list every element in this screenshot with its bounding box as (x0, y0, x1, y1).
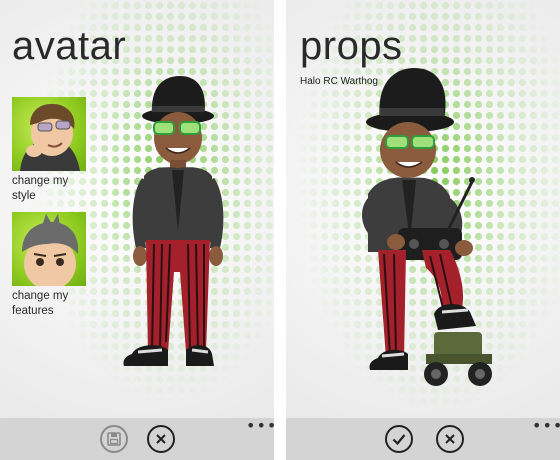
avatar-figure[interactable] (110, 72, 260, 382)
checkmark-icon (392, 434, 406, 446)
style-thumbnail (12, 97, 86, 171)
screen-divider (274, 0, 286, 460)
more-options-button[interactable]: ••• (246, 418, 274, 434)
application-bar: ••• (286, 418, 560, 460)
application-bar: ••• (0, 418, 274, 460)
props-screen: props Halo RC Warthog •• (286, 0, 560, 460)
close-icon (156, 434, 166, 444)
change-features-tile[interactable]: change my features (12, 212, 88, 319)
close-icon (445, 434, 455, 444)
save-button[interactable] (100, 425, 128, 453)
avatar-figure[interactable] (338, 62, 538, 402)
change-style-tile[interactable]: change my style (12, 97, 88, 204)
page-title: avatar (12, 24, 127, 68)
features-thumbnail (12, 212, 86, 286)
cancel-button[interactable] (147, 425, 175, 453)
cancel-button[interactable] (436, 425, 464, 453)
confirm-button[interactable] (385, 425, 413, 453)
change-features-label: change my features (12, 290, 69, 317)
change-style-label: change my style (12, 175, 69, 202)
avatar-screen: avatar change my style change my feature… (0, 0, 274, 460)
save-icon (107, 432, 121, 446)
more-options-button[interactable]: ••• (532, 418, 560, 434)
